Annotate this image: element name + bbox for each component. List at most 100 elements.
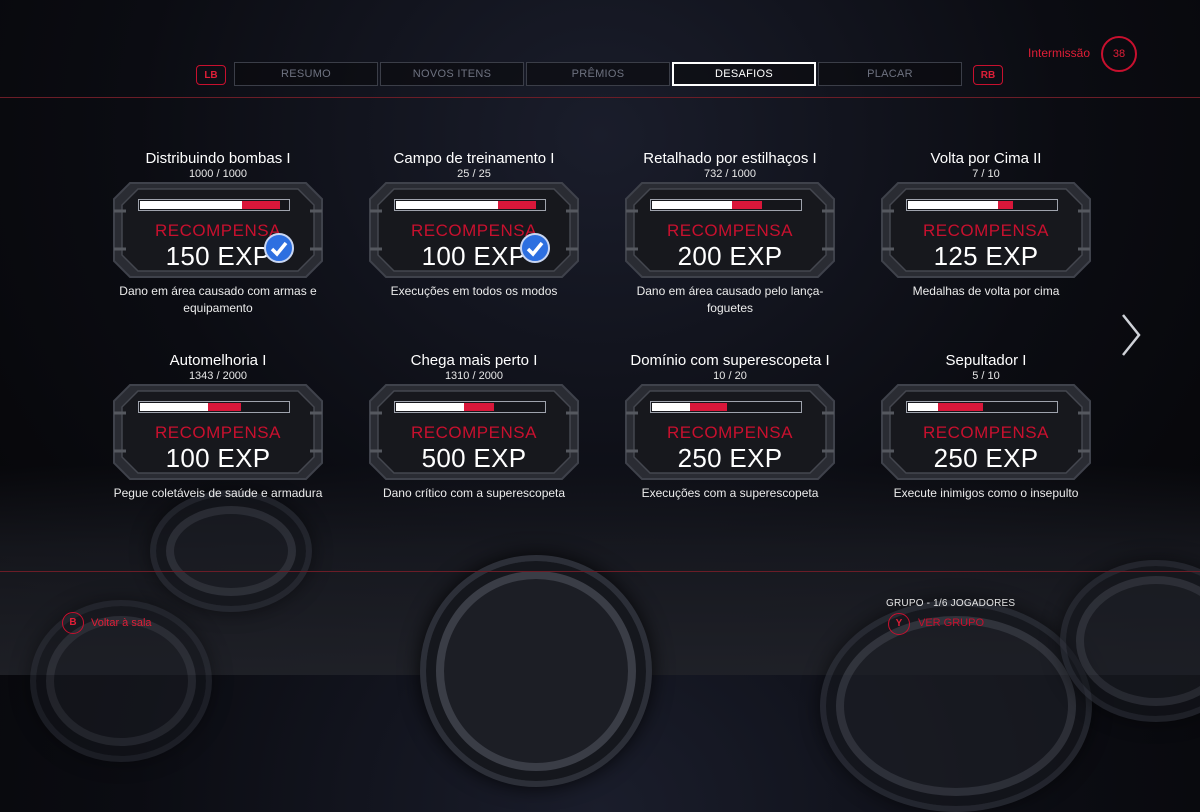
challenge-progress-bar (906, 199, 1058, 211)
reward-value: 200 EXP (677, 241, 783, 271)
reward-value: 100 EXP (165, 443, 271, 473)
challenge-card: Campo de treinamento I 25 / 25 RECOMPENSA 1… (358, 150, 590, 300)
challenge-progress-bar (394, 199, 546, 211)
challenge-description: Dano crítico com a superescopeta (382, 486, 566, 500)
challenge-title: Chega mais perto I (410, 352, 538, 369)
challenge-reward-panel: RECOMPENSA 250 EXP (880, 383, 1092, 481)
challenge-reward-panel: RECOMPENSA 500 EXP (368, 383, 580, 481)
challenge-progress-text: 7 / 10 (972, 168, 1000, 180)
intermission-timer: 38 (1101, 36, 1137, 72)
reward-label: RECOMPENSA (667, 423, 793, 442)
challenge-description: Medalhas de volta por cima (912, 284, 1060, 298)
challenge-title: Automelhoria I (169, 352, 267, 369)
background-disc (820, 600, 1092, 812)
progress-fill-white (908, 201, 998, 209)
footer-divider (0, 571, 1200, 572)
challenge-progress-text: 25 / 25 (457, 168, 491, 180)
challenge-reward-panel: RECOMPENSA 250 EXP (624, 383, 836, 481)
challenge-reward-panel: RECOMPENSA 150 EXP (112, 181, 324, 279)
progress-fill-red (731, 201, 762, 209)
reward-label: RECOMPENSA (411, 221, 537, 240)
challenge-card: Distribuindo bombas I 1000 / 1000 RECOMPEN… (102, 150, 334, 317)
challenge-progress-text: 732 / 1000 (704, 168, 756, 180)
background-disc (150, 490, 312, 612)
challenge-reward-panel: RECOMPENSA 200 EXP (624, 181, 836, 279)
challenge-description: Execute inimigos como o insepulto (893, 486, 1079, 500)
progress-fill-red (998, 201, 1013, 209)
progress-fill-white (140, 201, 242, 209)
challenge-card: Chega mais perto I 1310 / 2000 RECOMPENSA 5… (358, 352, 590, 502)
tab-resumo[interactable]: RESUMO (234, 62, 378, 86)
challenge-progress-bar (394, 401, 546, 413)
y-button-icon[interactable]: Y (888, 613, 910, 635)
progress-fill-red (689, 403, 727, 411)
completed-check-icon (520, 233, 550, 263)
challenge-progress-bar (138, 401, 290, 413)
challenge-title: Domínio com superescopeta I (630, 352, 830, 369)
reward-label: RECOMPENSA (667, 221, 793, 240)
challenge-reward-panel: RECOMPENSA 100 EXP (368, 181, 580, 279)
reward-label: RECOMPENSA (923, 221, 1049, 240)
reward-label: RECOMPENSA (155, 423, 281, 442)
progress-fill-red (938, 403, 983, 411)
challenge-card: Retalhado por estilhaços I 732 / 1000 RECO… (614, 150, 846, 317)
progress-fill-red (242, 201, 280, 209)
challenge-progress-bar (138, 199, 290, 211)
challenge-reward-panel: RECOMPENSA 100 EXP (112, 383, 324, 481)
challenge-progress-bar (906, 401, 1058, 413)
back-to-lobby-link[interactable]: Voltar à sala (91, 617, 152, 629)
challenge-progress-text: 5 / 10 (972, 370, 1000, 382)
progress-fill-white (908, 403, 938, 411)
progress-fill-white (140, 403, 208, 411)
challenge-progress-text: 10 / 20 (713, 370, 747, 382)
challenge-title: Volta por Cima II (930, 150, 1042, 167)
challenge-progress-text: 1000 / 1000 (188, 168, 248, 180)
progress-fill-red (207, 403, 241, 411)
tab-novos-itens[interactable]: NOVOS ITENS (380, 62, 524, 86)
progress-fill-white (396, 403, 464, 411)
challenge-description: Dano em área causado com armas e equipam… (119, 284, 317, 315)
challenge-progress-text: 1310 / 2000 (444, 370, 504, 382)
view-group-link[interactable]: VER GRUPO (918, 617, 984, 629)
challenge-card: Domínio com superescopeta I 10 / 20 RECOMP… (614, 352, 846, 502)
challenge-description: Dano em área causado pelo lança-foguetes (636, 284, 824, 315)
challenge-description: Execuções com a superescopeta (641, 486, 819, 500)
challenge-title: Campo de treinamento I (393, 150, 555, 167)
b-button-icon[interactable]: B (62, 612, 84, 634)
reward-value: 250 EXP (933, 443, 1039, 473)
challenge-description: Pegue coletáveis de saúde e armadura (113, 486, 323, 500)
reward-value: 125 EXP (933, 241, 1039, 271)
reward-value: 250 EXP (677, 443, 783, 473)
chevron-right-icon[interactable] (1120, 312, 1142, 358)
challenge-progress-text: 1343 / 2000 (188, 370, 248, 382)
challenge-progress-bar (650, 199, 802, 211)
intermission-label: Intermissão (1028, 46, 1091, 60)
lb-bumper-button[interactable]: LB (196, 65, 226, 85)
tab-desafios[interactable]: DESAFIOS (672, 62, 816, 86)
challenge-title: Distribuindo bombas I (145, 150, 291, 167)
rb-bumper-button[interactable]: RB (973, 65, 1003, 85)
completed-check-icon (264, 233, 294, 263)
challenge-card: Sepultador I5 / 10 RECOMPENSA 250 EXP Execu… (870, 352, 1102, 502)
challenge-title: Retalhado por estilhaços I (643, 150, 817, 167)
challenge-title: Sepultador I (945, 352, 1027, 369)
progress-fill-red (463, 403, 494, 411)
challenge-description: Execuções em todos os modos (390, 284, 558, 298)
reward-label: RECOMPENSA (411, 423, 537, 442)
challenge-card: Volta por Cima II 7 / 10 RECOMPENSA 125 EXP… (870, 150, 1102, 300)
background-disc (420, 555, 652, 787)
progress-fill-white (396, 201, 498, 209)
header-divider (0, 97, 1200, 98)
group-count-label: GRUPO - 1/6 JOGADORES (886, 598, 1016, 609)
tab-placar[interactable]: PLACAR (818, 62, 962, 86)
progress-fill-red (498, 201, 536, 209)
challenge-card: Automelhoria I 1343 / 2000 RECOMPENSA 100 E… (102, 352, 334, 502)
tab-bar: RESUMO NOVOS ITENS PRÊMIOS DESAFIOS PLAC… (234, 62, 964, 86)
reward-label: RECOMPENSA (155, 221, 281, 240)
challenge-progress-bar (650, 401, 802, 413)
reward-label: RECOMPENSA (923, 423, 1049, 442)
progress-fill-white (652, 201, 732, 209)
tab-premios[interactable]: PRÊMIOS (526, 62, 670, 86)
challenge-reward-panel: RECOMPENSA 125 EXP (880, 181, 1092, 279)
reward-value: 500 EXP (421, 443, 527, 473)
